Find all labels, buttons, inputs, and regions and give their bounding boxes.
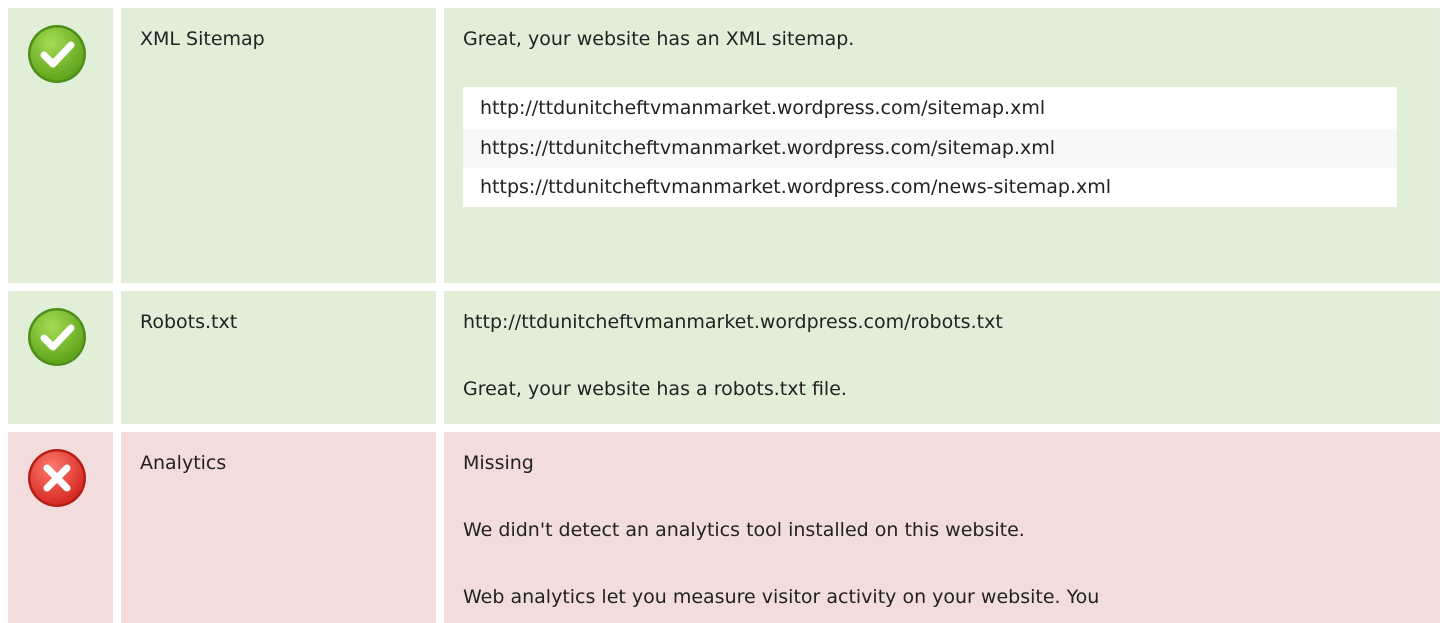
row-xml-sitemap: XML Sitemap Great, your website has an X…: [0, 8, 1440, 283]
row-label: Robots.txt: [140, 311, 238, 333]
cross-icon: [28, 449, 86, 507]
analytics-state: Missing: [463, 452, 534, 474]
content-cell: Great, your website has an XML sitemap. …: [444, 8, 1440, 283]
sitemap-url: https://ttdunitcheftvmanmarket.wordpress…: [463, 129, 1397, 168]
seo-report-table: XML Sitemap Great, your website has an X…: [0, 0, 1448, 623]
row-label: Analytics: [140, 452, 227, 474]
check-icon: [28, 25, 86, 83]
status-cell: [8, 8, 113, 283]
status-cell: [8, 432, 113, 623]
sitemap-url: https://ttdunitcheftvmanmarket.wordpress…: [480, 176, 1112, 198]
result-message: Great, your website has an XML sitemap.: [463, 28, 855, 50]
status-cell: [8, 291, 113, 424]
analytics-description: Web analytics let you measure visitor ac…: [463, 586, 1100, 608]
label-cell: Robots.txt: [121, 291, 436, 424]
content-cell: Missing We didn't detect an analytics to…: [444, 432, 1440, 623]
row-robots-txt: Robots.txt http://ttdunitcheftvmanmarket…: [0, 291, 1440, 424]
sitemap-url-list: http://ttdunitcheftvmanmarket.wordpress.…: [463, 87, 1397, 207]
row-analytics: Analytics Missing We didn't detect an an…: [0, 432, 1440, 623]
row-label: XML Sitemap: [140, 28, 265, 50]
content-cell: http://ttdunitcheftvmanmarket.wordpress.…: [444, 291, 1440, 424]
sitemap-url: http://ttdunitcheftvmanmarket.wordpress.…: [480, 97, 1046, 119]
result-message: We didn't detect an analytics tool insta…: [463, 519, 1025, 541]
result-message: Great, your website has a robots.txt fil…: [463, 378, 847, 400]
label-cell: XML Sitemap: [121, 8, 436, 283]
check-icon: [28, 308, 86, 366]
robots-url: http://ttdunitcheftvmanmarket.wordpress.…: [463, 311, 1003, 333]
label-cell: Analytics: [121, 432, 436, 623]
